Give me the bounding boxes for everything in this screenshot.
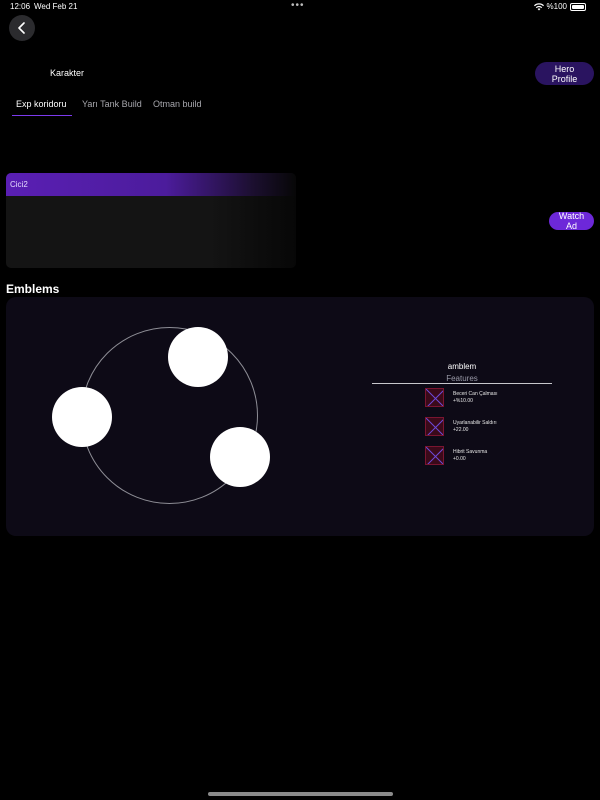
battery-icon [570,2,586,11]
build-card[interactable]: Cici2 [6,173,296,268]
tab-label: Yarı Tank Build [82,99,142,109]
status-time: 12:06 [10,2,31,11]
feature-row: Beceri Can Çalması +%10.00 [425,388,575,408]
emblems-section-title: Emblems [6,282,60,296]
features-label: Features [446,374,478,383]
hero-profile-button[interactable]: Hero Profile [535,62,594,85]
battery-percent: %100 [546,2,567,11]
tab-otman-build[interactable]: Otman build [153,96,202,116]
emblem-slot-2[interactable] [52,387,112,447]
feature-name: Hibrit Savunma [453,449,488,455]
emblem-slot-1[interactable] [168,327,228,387]
feature-value: +22.00 [453,427,469,433]
page-title: Karakter [50,68,85,78]
feature-row: Hibrit Savunma +0.00 [425,446,575,466]
chevron-left-icon [18,22,25,34]
back-button[interactable] [9,15,35,41]
wifi-icon [533,2,544,10]
emblem-slot-3[interactable] [210,427,270,487]
emblem-info: amblem Features [372,362,552,384]
active-tab-indicator [12,115,72,116]
build-card-header: Cici2 [6,173,296,196]
feature-name: Beceri Can Çalması [453,391,498,397]
feature-value: +0.00 [453,456,466,462]
multitasking-dots-icon[interactable]: ••• [291,0,305,11]
build-name: Cici2 [10,180,28,189]
missing-image-icon [425,446,444,465]
tab-yari-tank-build[interactable]: Yarı Tank Build [82,96,142,116]
status-bar: 12:06 Wed Feb 21 ••• %100 [0,0,600,14]
feature-name: Uyarlanabilir Saldırı [453,420,497,426]
missing-image-icon [425,417,444,436]
emblem-name: amblem [447,362,477,371]
home-indicator[interactable] [208,792,393,796]
feature-value: +%10.00 [453,398,473,404]
status-date: Wed Feb 21 [34,2,78,11]
tab-label: Exp koridoru [16,99,67,109]
missing-image-icon [425,388,444,407]
feature-row: Uyarlanabilir Saldırı +22.00 [425,417,575,437]
status-indicators: %100 [533,2,586,11]
tab-exp-koridoru[interactable]: Exp koridoru [10,96,72,116]
watch-ad-button[interactable]: Watch Ad [549,211,594,231]
tab-label: Otman build [153,99,202,109]
features-divider [372,383,552,384]
